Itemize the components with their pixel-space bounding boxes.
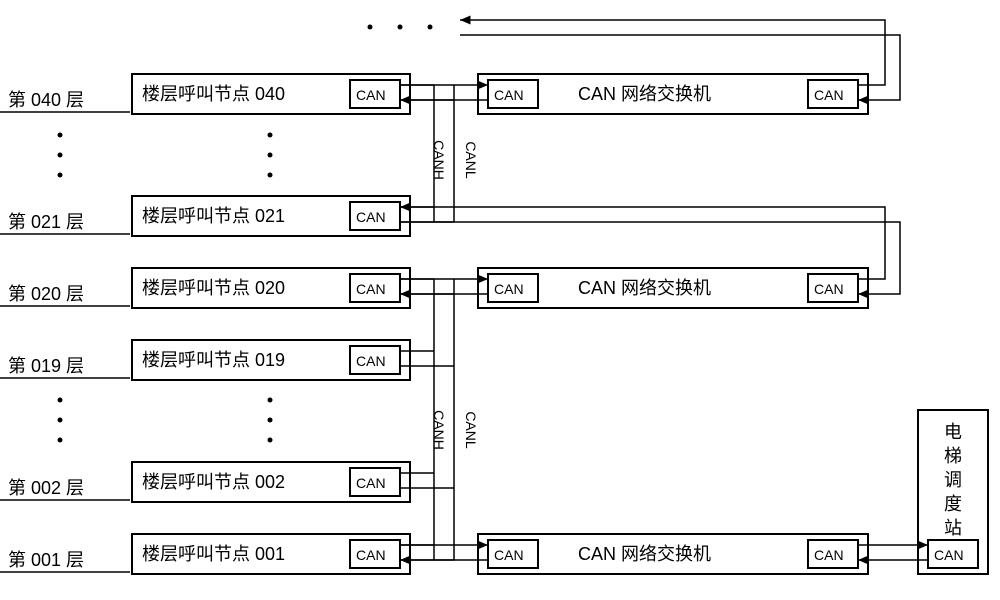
floor-040-group: 第 040 层 楼层呼叫节点 040 CAN (0, 74, 410, 114)
switch-020-group: CAN CAN 网络交换机 CAN (478, 268, 868, 308)
floor-001-label: 第 001 层 (8, 550, 84, 570)
svg-text:电: 电 (944, 422, 962, 442)
ellipsis-019-002-right (268, 398, 273, 443)
svg-text:站: 站 (944, 518, 962, 538)
svg-text:CAN: CAN (356, 475, 386, 491)
floor-019-label: 第 019 层 (8, 356, 84, 376)
svg-text:CAN: CAN (814, 281, 844, 297)
lower-canl-label: CANL (463, 411, 479, 449)
svg-text:CAN: CAN (494, 547, 524, 563)
svg-text:CAN: CAN (814, 87, 844, 103)
svg-text:CAN: CAN (356, 353, 386, 369)
svg-text:楼层呼叫节点 001: 楼层呼叫节点 001 (142, 544, 285, 564)
call-node-040-can-text: CAN (356, 87, 386, 103)
svg-text:度: 度 (944, 494, 962, 514)
upper-canl-label: CANL (463, 141, 479, 179)
svg-text:CAN: CAN (356, 281, 386, 297)
call-node-040-label: 楼层呼叫节点 040 (142, 84, 285, 104)
ellipsis-019-002-left (58, 398, 63, 443)
svg-text:楼层呼叫节点 002: 楼层呼叫节点 002 (142, 472, 285, 492)
floor-020-label: 第 020 层 (8, 284, 84, 304)
svg-text:梯: 梯 (944, 446, 962, 466)
svg-text:CAN 网络交换机: CAN 网络交换机 (578, 544, 711, 564)
svg-text:CAN: CAN (356, 547, 386, 563)
floor-021-label: 第 021 层 (8, 212, 84, 232)
switch-040-group: CAN CAN 网络交换机 CAN (478, 74, 868, 114)
floor-001-group: 第 001 层 楼层呼叫节点 001 CAN (0, 534, 410, 574)
svg-text:楼层呼叫节点 021: 楼层呼叫节点 021 (142, 206, 285, 226)
svg-text:楼层呼叫节点 019: 楼层呼叫节点 019 (142, 350, 285, 370)
upper-canh-label: CANH (431, 140, 447, 180)
svg-text:CAN: CAN (934, 547, 964, 563)
svg-text:CAN: CAN (814, 547, 844, 563)
svg-text:楼层呼叫节点 020: 楼层呼叫节点 020 (142, 278, 285, 298)
upper-bus: CANH CANL (400, 85, 479, 222)
floor-040-label: 第 040 层 (8, 90, 84, 110)
svg-text:CAN: CAN (494, 281, 524, 297)
svg-text:调: 调 (944, 470, 962, 490)
switch-001-group: CAN CAN 网络交换机 CAN (478, 534, 868, 574)
ellipsis-040-021-left (58, 133, 63, 178)
lower-bus: CANH CANL (400, 279, 479, 560)
floor-002-label: 第 002 层 (8, 478, 84, 498)
svg-text:CAN: CAN (356, 209, 386, 225)
dispatch-station: 电 梯 调 度 站 CAN (918, 410, 988, 574)
switch-040-label: CAN 网络交换机 (578, 84, 711, 104)
floor-019-group: 第 019 层 楼层呼叫节点 019 CAN (0, 340, 410, 380)
floor-002-group: 第 002 层 楼层呼叫节点 002 CAN (0, 462, 410, 502)
svg-text:CAN: CAN (494, 87, 524, 103)
svg-text:CAN 网络交换机: CAN 网络交换机 (578, 278, 711, 298)
ellipsis-040-021-right (268, 133, 273, 178)
floor-021-group: 第 021 层 楼层呼叫节点 021 CAN (0, 196, 410, 236)
lower-canh-label: CANH (431, 410, 447, 450)
floor-020-group: 第 020 层 楼层呼叫节点 020 CAN (0, 268, 410, 308)
